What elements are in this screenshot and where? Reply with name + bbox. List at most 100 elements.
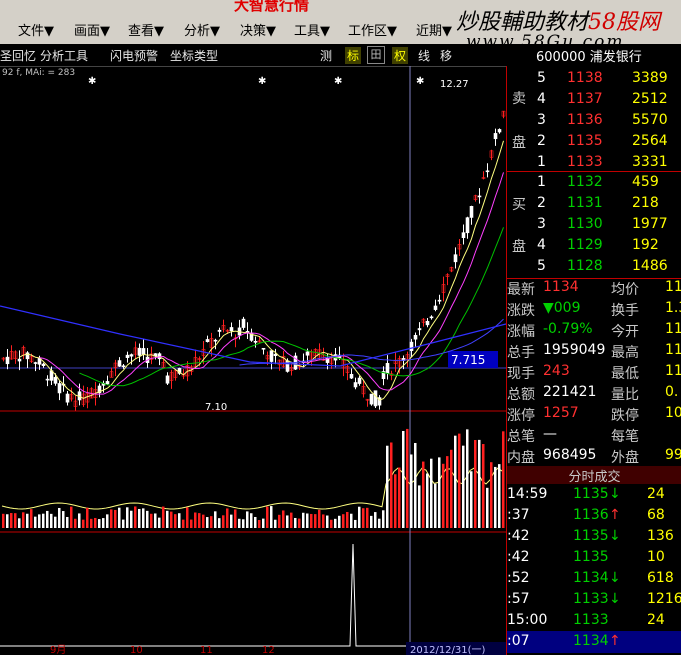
- volume-bar: [2, 513, 5, 528]
- menu-look[interactable]: 查看▼: [128, 20, 164, 39]
- candle-body: [453, 254, 458, 263]
- candle-body: [437, 299, 442, 302]
- volume-bar: [70, 506, 73, 528]
- menu-workspace[interactable]: 工作区▼: [348, 20, 397, 39]
- candle-body: [477, 195, 482, 198]
- volume-bar: [274, 519, 277, 528]
- volume-bar: [50, 513, 53, 528]
- quote-value: 968495: [543, 447, 597, 463]
- volume-bar: [442, 463, 445, 528]
- bid-level: 1: [537, 174, 546, 190]
- menu-bar: 大智慧行情 文件▼ 画面▼ 查看▼ 分析▼ 决策▼ 工具▼ 工作区▼ 近期▼ 炒…: [0, 0, 681, 52]
- candle-body: [33, 362, 38, 364]
- volume-bar: [218, 518, 221, 528]
- candle-body: [269, 350, 274, 362]
- volume-bar: [10, 513, 13, 528]
- volume-bar: [302, 512, 305, 528]
- tick-direction-icon: ↓: [609, 591, 621, 607]
- ask-price: 1136: [567, 112, 603, 128]
- volume-bar: [358, 506, 361, 528]
- volume-bar: [158, 517, 161, 528]
- volume-bar: [418, 485, 421, 528]
- volume-bar: [102, 518, 105, 528]
- volume-bar: [86, 507, 89, 528]
- volume-bar: [278, 514, 281, 528]
- quote-value: 1257: [543, 405, 579, 421]
- volume-bar: [122, 519, 125, 528]
- marker-icon: ✱: [416, 76, 424, 87]
- quote-value: 10: [665, 405, 681, 421]
- stock-name: 600000 浦发银行: [536, 50, 642, 65]
- candle-body: [425, 321, 430, 326]
- tick-price: 1136: [573, 507, 609, 523]
- candle-body: [357, 377, 362, 384]
- volume-bar: [254, 516, 257, 528]
- chart-toolbar: 圣回忆 分析工具 闪电预警 坐标类型 测 标 田 权 线 移: [0, 44, 506, 67]
- tick-price: 1134: [573, 570, 609, 586]
- sell-label: 盘: [512, 135, 526, 151]
- toolbar-rights[interactable]: 权: [392, 47, 409, 64]
- menu-view-screen[interactable]: 画面▼: [74, 20, 110, 39]
- bid-price: 1129: [567, 237, 603, 253]
- menu-recent[interactable]: 近期▼: [416, 20, 452, 39]
- volume-bar: [170, 511, 173, 528]
- volume-bar: [62, 511, 65, 528]
- volume-bar: [134, 506, 137, 528]
- toolbar-line[interactable]: 线: [418, 47, 430, 64]
- tick-time: 15:00: [507, 612, 548, 628]
- x-tick-label: 10: [130, 645, 143, 655]
- menu-analysis[interactable]: 分析▼: [184, 20, 220, 39]
- indicator-text: 92 f, MAi: = 283: [2, 68, 75, 78]
- volume-bar: [346, 511, 349, 528]
- tick-direction-icon: ↓: [609, 486, 621, 502]
- menu-decision[interactable]: 决策▼: [240, 20, 276, 39]
- volume-bar: [146, 510, 149, 528]
- volume-bar: [458, 433, 461, 528]
- tick-direction-icon: ↑: [609, 633, 621, 649]
- tick-time: :37: [507, 507, 530, 523]
- toolbar-recall[interactable]: 圣回忆: [0, 47, 36, 64]
- volume-bar: [286, 515, 289, 528]
- toolbar-axis-type[interactable]: 坐标类型: [170, 47, 218, 64]
- ma-line: [19, 140, 504, 401]
- quote-label: 涨停: [507, 408, 535, 424]
- quote-value: 11: [665, 363, 681, 379]
- volume-bar: [126, 507, 129, 528]
- volume-bar: [266, 506, 269, 528]
- tick-direction-icon: ↑: [609, 507, 621, 523]
- toolbar-analysis-tools[interactable]: 分析工具: [40, 47, 88, 64]
- toolbar-move[interactable]: 移: [440, 47, 452, 64]
- volume-bar: [314, 514, 317, 528]
- volume-bar: [350, 513, 353, 528]
- toolbar-measure[interactable]: 测: [320, 47, 332, 64]
- candle-body: [261, 347, 266, 350]
- candle-body: [493, 133, 498, 140]
- quote-label: 最低: [611, 366, 639, 382]
- grid-icon[interactable]: 田: [367, 46, 385, 64]
- kline-chart[interactable]: 92 f, MAi: = 283 7.715 12.27 7.10 ✱ ✱ ✱ …: [0, 66, 506, 655]
- menu-tools[interactable]: 工具▼: [294, 20, 330, 39]
- tick-volume: 24: [647, 612, 665, 628]
- menu-file[interactable]: 文件▼: [18, 20, 54, 39]
- volume-bar: [406, 428, 409, 528]
- candle-body: [57, 383, 62, 394]
- candle-body: [45, 378, 50, 381]
- tick-volume: 68: [647, 507, 665, 523]
- bid-price: 1132: [567, 174, 603, 190]
- volume-bar: [334, 518, 337, 528]
- volume-bar: [166, 510, 169, 528]
- sell-label: 卖: [512, 91, 526, 107]
- volume-bar: [46, 510, 49, 528]
- toolbar-flash-alert[interactable]: 闪电预警: [110, 47, 158, 64]
- candle-body: [413, 334, 418, 340]
- candle-body: [229, 327, 234, 332]
- volume-bar: [434, 483, 437, 528]
- tick-direction-icon: ↓: [609, 570, 621, 586]
- volume-bar: [26, 513, 29, 528]
- tick-price: 1133: [573, 591, 609, 607]
- quote-value: 1134: [543, 279, 579, 295]
- candle-body: [369, 393, 374, 405]
- volume-bar: [338, 515, 341, 528]
- toolbar-mark[interactable]: 标: [345, 47, 362, 64]
- quote-label: 均价: [611, 282, 639, 298]
